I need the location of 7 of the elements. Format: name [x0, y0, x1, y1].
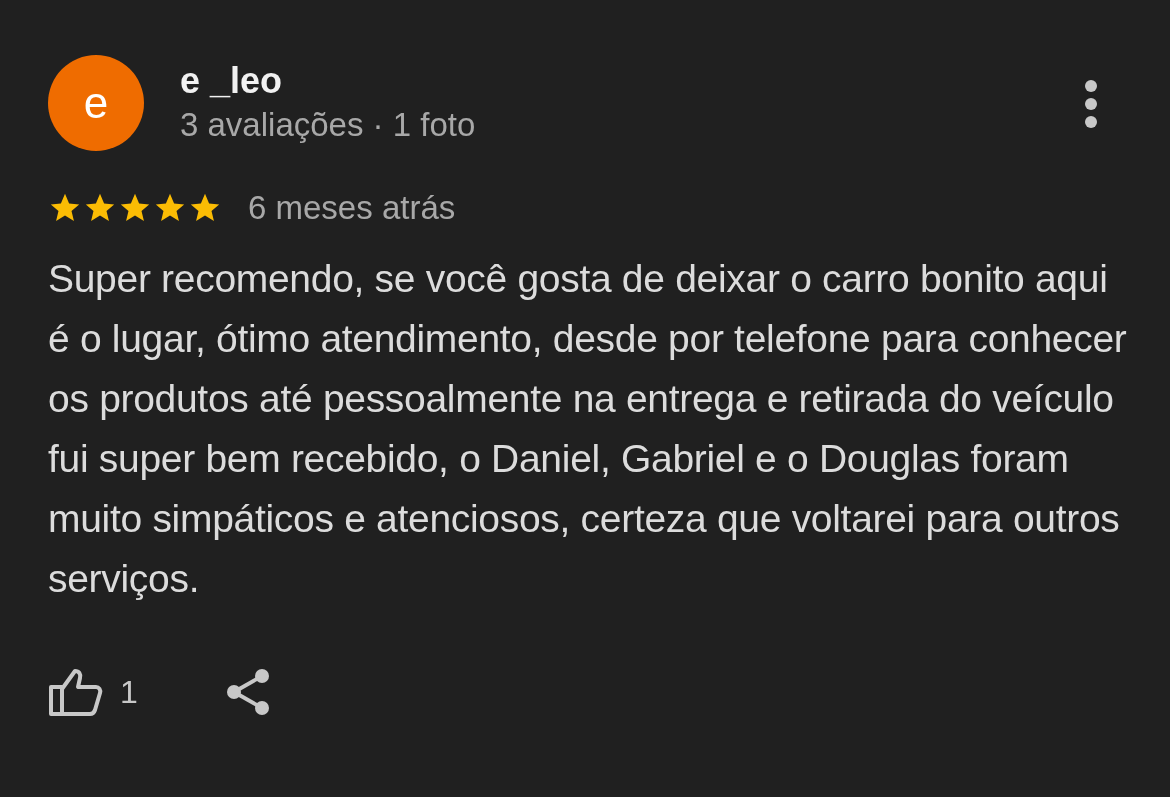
author-meta: 3 avaliações · 1 foto — [180, 105, 477, 145]
review-time: 6 meses atrás — [248, 189, 456, 227]
review-text: Super recomendo, se você gosta de deixar o carro bonito aqui é o lugar, ótimo atendimento, desde por telefone para conhecer os produtos até pessoalmente na entrega e retirada do veículo fui super bem recebido, o Daniel, Gabriel e o Douglas foram muito simpáticos e atenciosos, certeza que voltarei para outros serviços. — [48, 256, 1128, 602]
thumbs-up-icon — [48, 667, 104, 717]
author-name: e _leo — [180, 61, 284, 101]
like-button[interactable]: 1 — [48, 667, 138, 717]
more-options-icon[interactable] — [1084, 79, 1098, 129]
